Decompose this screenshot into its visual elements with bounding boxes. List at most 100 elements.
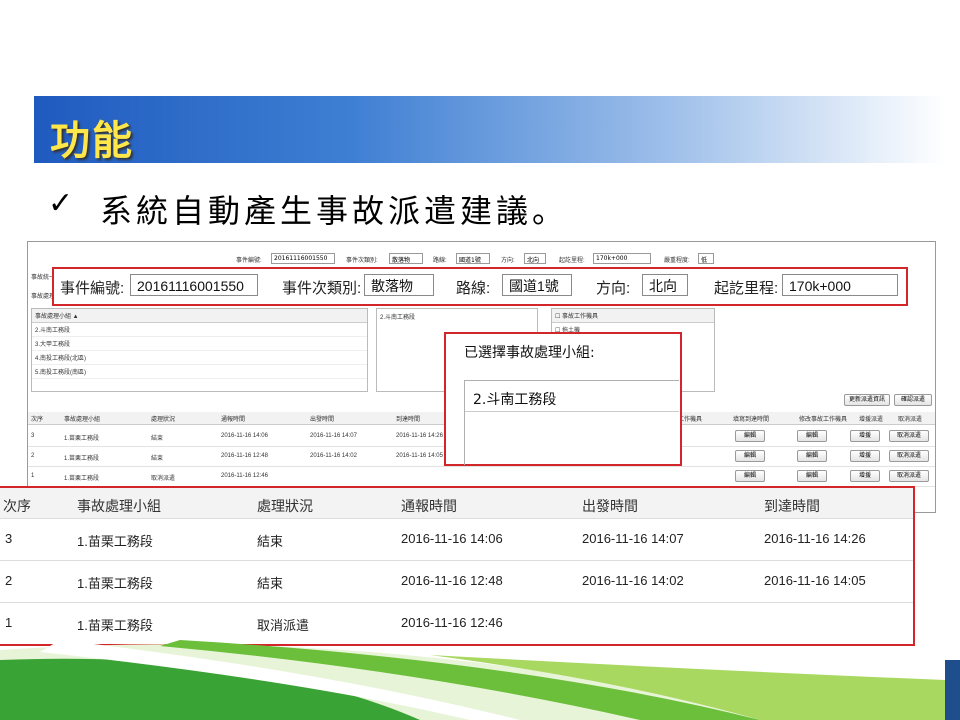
dir-label-small: 方向: bbox=[501, 258, 515, 264]
edit-button[interactable]: 編輯 bbox=[735, 430, 765, 442]
edit-equipment-button[interactable]: 編輯 bbox=[797, 470, 827, 482]
cell-status: 結束 bbox=[151, 436, 164, 442]
title-band bbox=[34, 96, 946, 163]
refresh-dispatch-button[interactable]: 更新派遣資訊 bbox=[844, 394, 890, 406]
checkmark-icon: ✓ bbox=[48, 186, 74, 221]
mileage-field[interactable]: 170k+000 bbox=[782, 274, 898, 296]
cancel-dispatch-button[interactable]: 取消派遣 bbox=[889, 450, 929, 462]
team-list-item[interactable]: 5.南投工務段(南區) bbox=[32, 365, 367, 379]
mileage-label: 起訖里程: bbox=[714, 280, 779, 297]
subtype-field[interactable]: 散落物 bbox=[364, 274, 434, 296]
subtype-label: 事件次類別: bbox=[282, 280, 362, 297]
confirm-dispatch-button[interactable]: 確認派遣 bbox=[894, 394, 932, 406]
team-list-item[interactable]: 4.南投工務段(北區) bbox=[32, 351, 367, 365]
cell-status: 取消派遣 bbox=[151, 476, 176, 482]
route-label-small: 路線: bbox=[433, 258, 447, 264]
grid-header-cancel: 取消派遣 bbox=[898, 417, 923, 423]
route-label: 路線: bbox=[456, 280, 491, 297]
selected-team-label: 已選擇事故處理小組: bbox=[464, 345, 595, 361]
reinforce-button[interactable]: 增援 bbox=[850, 450, 880, 462]
subtype-label-small: 事件次類別: bbox=[346, 258, 378, 264]
event-no-field[interactable]: 20161116001550 bbox=[130, 274, 258, 296]
zoom-selected-callout: 已選擇事故處理小組: 2.斗南工務段 bbox=[444, 332, 682, 466]
cell-report: 2016-11-16 12:48 bbox=[401, 573, 503, 588]
cell-report: 2016-11-16 12:46 bbox=[221, 473, 268, 479]
cell-status: 取消派遣 bbox=[257, 618, 310, 633]
cell-team: 1.苗栗工務段 bbox=[64, 476, 100, 482]
zoom-header-callout: 事件編號: 20161116001550 事件次類別: 散落物 路線: 國道1號… bbox=[52, 267, 908, 306]
cell-arrive: 2016-11-16 14:26 bbox=[396, 433, 443, 439]
green-swoosh-decoration bbox=[0, 640, 960, 720]
grid-header-edit-equipment: 修改事故工作機具 bbox=[799, 417, 848, 423]
selected-team-small: 2.斗南工務段 bbox=[380, 315, 416, 321]
bullet-text: 系統自動產生事故派遣建議。 bbox=[100, 192, 569, 230]
edit-button[interactable]: 編輯 bbox=[735, 470, 765, 482]
grid-header-reinforce: 增援派遣 bbox=[859, 417, 884, 423]
subtype-field-small[interactable]: 散落物 bbox=[389, 253, 423, 264]
edit-equipment-button[interactable]: 編輯 bbox=[797, 450, 827, 462]
cell-seq: 3 bbox=[31, 433, 35, 439]
col-arrive: 到達時間 bbox=[764, 498, 820, 514]
cell-seq: 1 bbox=[5, 615, 13, 630]
cell-report: 2016-11-16 12:46 bbox=[401, 615, 503, 630]
selected-team-list[interactable]: 2.斗南工務段 bbox=[464, 380, 679, 465]
table-row: 2 1.苗栗工務段 結束 2016-11-16 12:48 2016-11-16… bbox=[0, 561, 913, 602]
cell-depart: 2016-11-16 14:02 bbox=[310, 453, 357, 459]
cell-seq: 1 bbox=[31, 473, 35, 479]
cell-team: 1.苗栗工務段 bbox=[77, 618, 153, 633]
col-report: 通報時間 bbox=[401, 498, 457, 514]
reinforce-button[interactable]: 增援 bbox=[850, 470, 880, 482]
team-list-item[interactable]: 3.大甲工務段 bbox=[32, 337, 367, 351]
mileage-label-small: 起訖里程: bbox=[559, 258, 585, 264]
cell-arrive: 2016-11-16 14:26 bbox=[764, 531, 866, 546]
grid-header-arrive: 到達時間 bbox=[396, 417, 421, 423]
table-row: 1 1.苗栗工務段 取消派遣 2016-11-16 12:46 bbox=[0, 603, 913, 644]
col-team: 事故處理小組 bbox=[77, 498, 161, 514]
cell-report: 2016-11-16 12:48 bbox=[221, 453, 268, 459]
cell-depart: 2016-11-16 14:07 bbox=[310, 433, 357, 439]
cell-seq: 3 bbox=[5, 531, 13, 546]
route-field-small[interactable]: 國道1號 bbox=[456, 253, 490, 264]
team-list[interactable]: 事故處理小組 ▲ 2.斗南工務段 3.大甲工務段 4.南投工務段(北區) 5.南… bbox=[31, 308, 368, 392]
zoom-table-callout: 次序 事故處理小組 處理狀況 通報時間 出發時間 到達時間 3 1.苗栗工務段 … bbox=[0, 486, 915, 646]
dir-label: 方向: bbox=[596, 280, 631, 297]
selected-team-item[interactable]: 2.斗南工務段 bbox=[473, 389, 556, 409]
col-status: 處理狀況 bbox=[257, 498, 313, 514]
cell-report: 2016-11-16 14:06 bbox=[221, 433, 268, 439]
dir-field-small[interactable]: 北向 bbox=[524, 253, 546, 264]
table-row: 1 1.苗栗工務段 取消派遣 2016-11-16 12:46 編輯 編輯 增援… bbox=[28, 466, 935, 487]
grid-header-report: 通報時間 bbox=[221, 417, 246, 423]
team-list-item[interactable]: 2.斗南工務段 bbox=[32, 323, 367, 337]
grid-header-fill-arrival: 填寫到達時間 bbox=[733, 417, 770, 423]
cell-team: 1.苗栗工務段 bbox=[77, 534, 153, 549]
cell-arrive: 2016-11-16 14:05 bbox=[396, 453, 443, 459]
cell-team: 1.苗栗工務段 bbox=[64, 456, 100, 462]
cancel-dispatch-button[interactable]: 取消派遣 bbox=[889, 430, 929, 442]
severity-field-small[interactable]: 低 bbox=[698, 253, 714, 264]
table-row: 3 1.苗栗工務段 結束 2016-11-16 14:06 2016-11-16… bbox=[0, 519, 913, 560]
cell-team: 1.苗栗工務段 bbox=[64, 436, 100, 442]
cancel-dispatch-button[interactable]: 取消派遣 bbox=[889, 470, 929, 482]
cell-report: 2016-11-16 14:06 bbox=[401, 531, 503, 546]
team-list-header[interactable]: 事故處理小組 ▲ bbox=[32, 309, 367, 323]
cell-seq: 2 bbox=[31, 453, 35, 459]
edit-button[interactable]: 編輯 bbox=[735, 450, 765, 462]
col-depart: 出發時間 bbox=[582, 498, 638, 514]
event-no-field-small[interactable]: 20161116001550 bbox=[271, 253, 335, 264]
cell-status: 結束 bbox=[257, 534, 284, 549]
divider bbox=[465, 411, 679, 412]
col-seq: 次序 bbox=[3, 498, 31, 514]
grid-header-status: 處理狀況 bbox=[151, 417, 176, 423]
cell-arrive: 2016-11-16 14:05 bbox=[764, 573, 866, 588]
cell-team: 1.苗栗工務段 bbox=[77, 576, 153, 591]
mileage-field-small[interactable]: 170k+000 bbox=[593, 253, 651, 264]
severity-label-small: 嚴重程度: bbox=[664, 258, 690, 264]
reinforce-button[interactable]: 增援 bbox=[850, 430, 880, 442]
route-field[interactable]: 國道1號 bbox=[502, 274, 572, 296]
dir-field[interactable]: 北向 bbox=[642, 274, 688, 296]
slide-title: 功能 bbox=[50, 118, 134, 164]
cell-status: 結束 bbox=[151, 456, 164, 462]
edit-equipment-button[interactable]: 編輯 bbox=[797, 430, 827, 442]
event-no-label: 事件編號: bbox=[60, 280, 125, 297]
cell-status: 結束 bbox=[257, 576, 284, 591]
